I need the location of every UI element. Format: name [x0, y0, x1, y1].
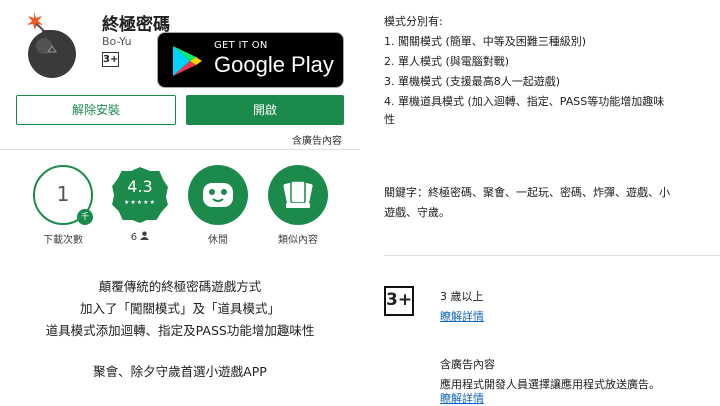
mode-item-1: 1. 闖關模式 (簡單、中等及困難三種級別) — [384, 35, 587, 48]
mode-item-3: 3. 單機模式 (支援最高8人一起遊戲) — [384, 75, 561, 88]
badge-google-play: Google Play — [214, 52, 334, 77]
cards-icon — [268, 165, 328, 225]
divider — [0, 149, 360, 150]
mode-item-2: 2. 單人模式 (與電腦對戰) — [384, 55, 510, 68]
similar-stat[interactable]: 類似內容 — [263, 165, 333, 246]
modes-heading: 模式分別有: — [384, 15, 443, 28]
open-button[interactable]: 開啟 — [186, 95, 344, 125]
category-stat[interactable]: 休閒 — [183, 165, 253, 246]
rating-badge: 4.3 ★★★★★ — [110, 165, 170, 225]
developer-link[interactable]: Bo-Yu — [102, 35, 132, 48]
badge-get-it-on: GET IT ON — [214, 40, 268, 51]
description-line-1: 顛覆傳統的終極密碼遊戲方式 — [98, 279, 262, 294]
app-icon — [22, 10, 80, 80]
reviewers-count-value: 6 — [130, 232, 138, 243]
description-line-5: 聚會、除夕守歲首選小遊戲APP — [93, 364, 267, 379]
content-rating-badge: 3+ — [102, 52, 119, 67]
person-icon — [140, 231, 150, 240]
rating-value: 4.3 — [127, 177, 153, 196]
mode-item-4: 4. 單機道具模式 (加入迴轉、指定、PASS等功能增加趣味 — [384, 95, 665, 108]
downloads-circle: 1 千 — [33, 165, 93, 225]
downloads-label: 下載次數 — [43, 235, 83, 246]
gamepad-icon — [188, 165, 248, 225]
mode-item-4-cont: 性 — [384, 113, 395, 126]
details-panel: 模式分別有: 1. 闖關模式 (簡單、中等及困難三種級別) 2. 單人模式 (與… — [360, 0, 720, 405]
downloads-stat: 1 千 下載次數 — [28, 165, 98, 246]
google-play-icon — [173, 46, 202, 76]
google-play-badge[interactable]: GET IT ON Google Play — [157, 32, 344, 88]
app-listing-panel: 終極密碼 Bo-Yu 3+ GET IT ON Google Play 解除安裝… — [0, 0, 360, 405]
description-line-2: 加入了「闖關模式」及「道具模式」 — [79, 301, 280, 316]
similar-label: 類似內容 — [278, 235, 318, 246]
divider — [384, 255, 720, 256]
uninstall-button[interactable]: 解除安裝 — [16, 95, 176, 125]
keywords-line-1: 關鍵字：終極密碼、聚會、一起玩、密碼、炸彈、遊戲、小 — [384, 186, 670, 199]
reviewers-count: 6 — [105, 231, 175, 243]
keywords-line-2: 遊戲、守歲。 — [384, 206, 450, 219]
rating-stars: ★★★★★ — [124, 199, 156, 206]
rating-stat[interactable]: 4.3 ★★★★★ 6 — [105, 165, 175, 243]
downloads-unit-badge: 千 — [77, 209, 93, 225]
ads-learn-more-link[interactable]: 瞭解詳情 — [440, 390, 484, 406]
ads-title: 含廣告內容 — [440, 358, 495, 371]
category-label: 休閒 — [208, 235, 228, 246]
description-line-3: 道具模式添加迴轉、指定及PASS功能增加趣味性 — [45, 323, 315, 338]
contains-ads-note: 含廣告內容 — [292, 136, 342, 147]
app-title: 終極密碼 — [102, 15, 170, 35]
age-rating-text: 3 歲以上 — [440, 290, 484, 303]
rating-learn-more-link[interactable]: 瞭解詳情 — [440, 308, 484, 324]
age-rating-icon: 3+ — [384, 286, 414, 316]
downloads-value: 1 — [56, 182, 70, 206]
